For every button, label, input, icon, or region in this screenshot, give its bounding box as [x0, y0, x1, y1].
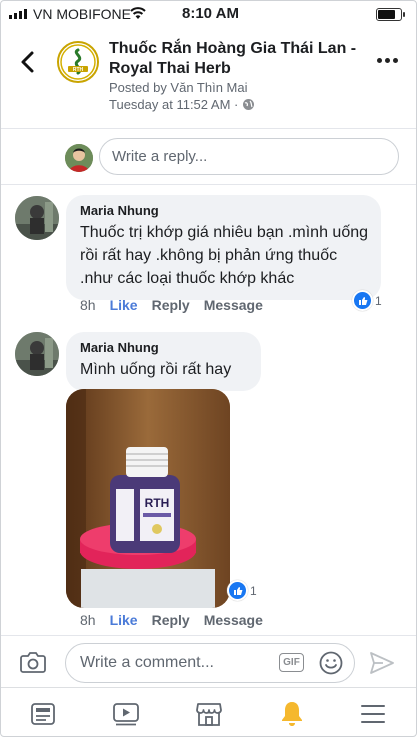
- app-screen: VN MOBIFONE 8:10 AM RTH Thuốc Rắn Hoàng …: [0, 0, 417, 737]
- page-logo[interactable]: RTH: [57, 41, 99, 83]
- camera-icon[interactable]: [20, 651, 46, 673]
- post-header: RTH Thuốc Rắn Hoàng Gia Thái Lan - Royal…: [1, 27, 416, 123]
- comment-bubble: Maria Nhung Mình uống rồi rất hay: [66, 332, 261, 391]
- tab-notifications[interactable]: [276, 698, 308, 730]
- like-reaction-icon: [227, 580, 248, 601]
- message-button[interactable]: Message: [204, 612, 263, 628]
- notifications-icon: [282, 702, 302, 726]
- avatar[interactable]: [15, 196, 59, 240]
- marketplace-icon: [196, 703, 222, 726]
- clock: 8:10 AM: [182, 5, 239, 22]
- tab-bar-divider: [1, 687, 416, 688]
- reaction-number: 1: [375, 293, 382, 308]
- message-button[interactable]: Message: [204, 297, 263, 313]
- like-button[interactable]: Like: [110, 297, 138, 313]
- comment-text: Thuốc trị khớp giá nhiêu bạn .mình uống …: [80, 224, 369, 287]
- reaction-count[interactable]: 1: [227, 580, 257, 601]
- tab-menu[interactable]: [357, 698, 389, 730]
- tab-news-feed[interactable]: [27, 698, 59, 730]
- status-bar: VN MOBIFONE 8:10 AM: [1, 1, 416, 27]
- comment-input[interactable]: Write a comment...: [65, 643, 355, 683]
- carrier-name: VN MOBIFONE: [33, 6, 132, 22]
- comment-time: 8h: [80, 297, 96, 313]
- composer-divider: [1, 635, 416, 636]
- comment-bubble: Maria Nhung Thuốc trị khớp giá nhiêu bạn…: [66, 195, 381, 300]
- timestamp-text: Tuesday at 11:52 AM ·: [109, 97, 239, 112]
- avatar[interactable]: [15, 332, 59, 376]
- send-icon[interactable]: [369, 651, 395, 675]
- more-options-icon[interactable]: [377, 58, 398, 63]
- product-bottle-photo: RTH: [66, 389, 230, 608]
- bottle-label-text: RTH: [145, 496, 170, 510]
- logo-text: RTH: [73, 67, 84, 73]
- signal-icon: [9, 9, 27, 19]
- like-reaction-icon: [352, 290, 373, 311]
- comment-actions: 8h Like Reply Message: [80, 612, 263, 628]
- news-feed-icon: [31, 703, 55, 725]
- snake-logo-icon: RTH: [60, 44, 96, 80]
- gif-button[interactable]: GIF: [279, 653, 304, 672]
- tab-watch[interactable]: [110, 698, 142, 730]
- wifi-icon: [130, 7, 146, 19]
- reply-input[interactable]: Write a reply...: [99, 138, 399, 175]
- globe-icon: [243, 99, 255, 110]
- battery-level: [378, 10, 395, 19]
- post-timestamp: Tuesday at 11:52 AM ·: [109, 97, 255, 112]
- watch-icon: [113, 703, 139, 726]
- comment-text: Mình uống rồi rất hay: [80, 361, 232, 378]
- page-title[interactable]: Thuốc Rắn Hoàng Gia Thái Lan - Royal Tha…: [109, 39, 359, 79]
- comment-actions: 8h Like Reply Message: [80, 297, 263, 313]
- posted-by: Posted by Văn Thìn Mai: [109, 80, 248, 95]
- comment-time: 8h: [80, 612, 96, 628]
- battery-icon: [376, 8, 405, 21]
- reply-divider: [1, 184, 416, 185]
- like-button[interactable]: Like: [110, 612, 138, 628]
- reply-button[interactable]: Reply: [152, 297, 190, 313]
- reaction-count[interactable]: 1: [352, 290, 382, 311]
- menu-icon: [361, 705, 385, 723]
- tab-marketplace[interactable]: [193, 698, 225, 730]
- comment-photo[interactable]: RTH: [66, 389, 230, 608]
- reply-button[interactable]: Reply: [152, 612, 190, 628]
- reaction-number: 1: [250, 583, 257, 598]
- back-icon[interactable]: [15, 49, 41, 75]
- emoji-icon[interactable]: [319, 651, 343, 675]
- comment-author[interactable]: Maria Nhung: [80, 203, 369, 218]
- header-divider: [1, 128, 416, 129]
- comment-author[interactable]: Maria Nhung: [80, 340, 249, 355]
- avatar: [65, 144, 93, 172]
